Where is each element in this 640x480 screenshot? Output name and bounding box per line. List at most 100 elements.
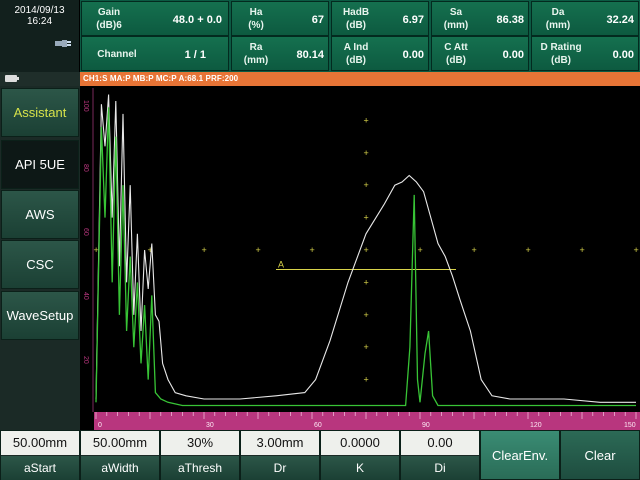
channel-value: 1 / 1 (184, 49, 206, 61)
grid-cross: + (526, 245, 531, 255)
param-k[interactable]: 0.0000 K (320, 430, 400, 480)
drating-cell: D Rating (dB) 0.00 (531, 36, 639, 71)
grid-cross: + (364, 277, 369, 287)
battery-strip (0, 72, 80, 86)
sa-cell: Sa (mm) 86.38 (431, 1, 529, 36)
y-tick-60: 60 (82, 228, 89, 236)
drating-label: D Rating (dB) (540, 42, 582, 66)
y-tick-100: 100 (82, 100, 89, 112)
battery-icon (5, 75, 19, 82)
x-tick-label: 0 (98, 422, 102, 429)
gain-label: Gain (dB)6 (96, 7, 122, 31)
ra-label: Ra (mm) (243, 42, 269, 66)
x-ruler (94, 412, 640, 430)
gate-a-label: A (278, 259, 284, 269)
ha-label: Ha (%) (248, 7, 264, 31)
drating-value: 0.00 (612, 49, 634, 61)
param-awidth-value[interactable]: 50.00mm (81, 431, 159, 455)
catt-label: C Att (dB) (444, 42, 468, 66)
x-tick-label: 150 (624, 422, 636, 429)
catt-cell: C Att (dB) 0.00 (431, 36, 529, 71)
aind-cell: A Ind (dB) 0.00 (331, 36, 429, 71)
aind-label: A Ind (dB) (343, 42, 369, 66)
channel-cell[interactable]: Channel 1 / 1 (81, 36, 229, 71)
param-di-label: Di (401, 456, 479, 480)
x-tick-label: 30 (206, 422, 214, 429)
grid-markers: + + + + +++++++++++ + + + + (94, 115, 639, 384)
y-tick-20: 20 (82, 356, 89, 364)
channel-status-bar: CH1:S MA:P MB:P MC:P A:68.1 PRF:200 (80, 72, 640, 86)
param-athresh-label: aThresh (161, 456, 239, 480)
side-menu: Assistant API 5UE AWS CSC WaveSetup (0, 86, 80, 430)
x-tick-label: 120 (530, 422, 542, 429)
bottom-parameter-bar: 50.00mm aStart 50.00mm aWidth 30% aThres… (0, 430, 640, 480)
catt-value: 0.00 (502, 49, 524, 61)
date-text: 2014/09/13 (14, 5, 65, 16)
param-astart-label: aStart (1, 456, 79, 480)
grid-cross: + (634, 245, 639, 255)
grid-cross: + (364, 180, 369, 190)
x-tick-label: 60 (314, 422, 322, 429)
hadb-cell: HadB (dB) 6.97 (331, 1, 429, 36)
side-item-api5ue[interactable]: API 5UE (1, 140, 79, 189)
param-athresh-value[interactable]: 30% (161, 431, 239, 455)
sa-label: Sa (mm) (443, 7, 469, 31)
aind-value: 0.00 (402, 49, 424, 61)
param-awidth[interactable]: 50.00mm aWidth (80, 430, 160, 480)
param-dr[interactable]: 3.00mm Dr (240, 430, 320, 480)
hadb-value: 6.97 (402, 14, 424, 26)
y-tick-80: 80 (82, 164, 89, 172)
grid-cross: + (94, 245, 99, 255)
grid-cross: + (364, 375, 369, 385)
param-astart[interactable]: 50.00mm aStart (0, 430, 80, 480)
ascan-display[interactable]: 100 80 60 40 20 + + + + + + + + + + + + + + + + + + + A 03… (80, 86, 640, 430)
time-text: 16:24 (26, 16, 53, 27)
grid-cross: + (364, 115, 369, 125)
gain-value: 48.0 + 0.0 (172, 14, 222, 26)
param-awidth-label: aWidth (81, 456, 159, 480)
param-k-label: K (321, 456, 399, 480)
channel-label: Channel (97, 49, 137, 60)
param-di[interactable]: 0.00 Di (400, 430, 480, 480)
grid-cross: + (472, 245, 477, 255)
y-ruler (80, 86, 94, 414)
param-dr-label: Dr (241, 456, 319, 480)
side-item-csc[interactable]: CSC (1, 240, 79, 289)
gain-cell[interactable]: Gain (dB)6 48.0 + 0.0 (81, 1, 229, 36)
da-value: 32.24 (606, 14, 634, 26)
grid-cross: + (580, 245, 585, 255)
side-item-wavesetup[interactable]: WaveSetup (1, 291, 79, 340)
ha-value: 67 (311, 14, 324, 26)
ascan-chart: 100 80 60 40 20 + + + + +++++++++++ + + + + A 03… (80, 86, 640, 430)
datetime-panel: 2014/09/13 16:24 (0, 0, 80, 72)
side-item-assistant[interactable]: Assistant (1, 88, 79, 137)
param-astart-value[interactable]: 50.00mm (1, 431, 79, 455)
da-cell: Da (mm) 32.24 (531, 1, 639, 36)
ra-value: 80.14 (296, 49, 324, 61)
clear-button[interactable]: Clear (560, 430, 640, 480)
grid-cross: + (364, 213, 369, 223)
grid-cross: + (364, 245, 369, 255)
ha-cell: Ha (%) 67 (231, 1, 329, 36)
grid-cross: + (418, 245, 423, 255)
sa-value: 86.38 (496, 14, 524, 26)
side-item-aws[interactable]: AWS (1, 190, 79, 239)
grid-cross: + (310, 245, 315, 255)
x-tick-label: 90 (422, 422, 430, 429)
param-k-value[interactable]: 0.0000 (321, 431, 399, 455)
grid-cross: + (364, 310, 369, 320)
param-di-value[interactable]: 0.00 (401, 431, 479, 455)
param-athresh[interactable]: 30% aThresh (160, 430, 240, 480)
param-dr-value[interactable]: 3.00mm (241, 431, 319, 455)
parameter-header: Gain (dB)6 48.0 + 0.0 Channel 1 / 1 Ha (… (80, 0, 640, 72)
grid-cross: + (364, 148, 369, 158)
hadb-label: HadB (dB) (342, 7, 370, 31)
grid-cross: + (256, 245, 261, 255)
ra-cell: Ra (mm) 80.14 (231, 36, 329, 71)
usb-plug-icon (55, 40, 71, 47)
grid-cross: + (364, 342, 369, 352)
clear-envelope-button[interactable]: ClearEnv. (480, 430, 560, 480)
da-label: Da (mm) (545, 7, 571, 31)
gate-a[interactable]: A (276, 259, 456, 270)
y-tick-40: 40 (82, 292, 89, 300)
